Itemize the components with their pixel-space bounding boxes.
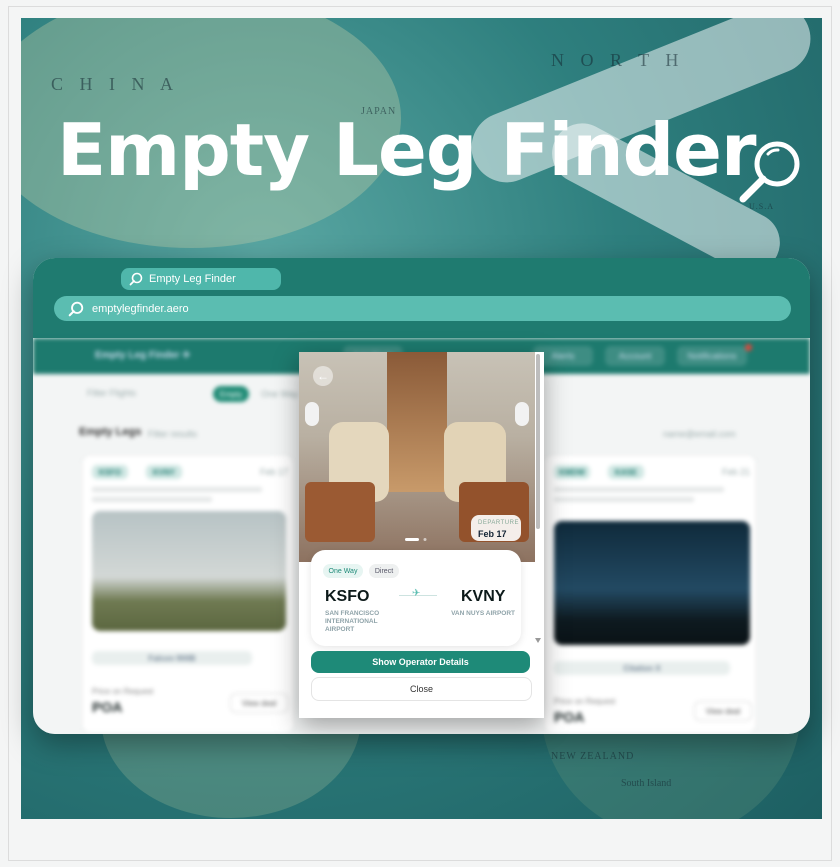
section-title: Empty Legs (79, 426, 142, 438)
show-operator-details-button[interactable]: Show Operator Details (311, 651, 530, 673)
view-deal-button[interactable]: View deal (694, 701, 752, 721)
search-icon (68, 301, 84, 316)
browser-toolbar: Empty Leg Finder emptylegfinder.aero (33, 258, 810, 338)
carousel-dots[interactable] (405, 538, 429, 542)
text-placeholder (554, 487, 724, 492)
flight-card[interactable]: KMDW KASE Feb 21 Citation X Price on Req… (543, 454, 757, 734)
price-label: Price on Request (554, 697, 616, 706)
aircraft-photo (92, 511, 286, 631)
back-button[interactable]: ← (313, 366, 333, 386)
departure-label: DEPARTURE (478, 520, 519, 526)
segment-empty[interactable]: Empty (213, 386, 249, 402)
origin-chip: KMDW (554, 465, 590, 479)
map-label: C H I N A (51, 74, 180, 94)
tag-direct: Direct (369, 564, 399, 578)
route-card: One Way Direct KSFO ✈ KVNY SAN FRANCISCO… (311, 550, 521, 646)
card-date: Feb 17 (260, 467, 289, 477)
browser-tab[interactable]: Empty Leg Finder (121, 268, 281, 290)
origin-code: KSFO (325, 588, 370, 605)
segment-one-way[interactable]: One Way (261, 389, 298, 399)
text-placeholder (92, 487, 262, 492)
card-date: Feb 21 (722, 467, 751, 477)
destination-airport: VAN NUYS AIRPORT (451, 610, 515, 617)
destination-chip: KASE (608, 465, 644, 479)
map-label: NEW ZEALAND (551, 751, 635, 762)
view-deal-button[interactable]: View deal (230, 693, 288, 713)
app-brand: Empty Leg Finder ✈ (95, 350, 191, 361)
destination-chip: KVNY (146, 465, 182, 479)
nav-account[interactable]: Account (605, 346, 665, 366)
airplane-icon: ✈ (412, 588, 421, 599)
text-placeholder (92, 497, 212, 502)
cabin-aisle (387, 352, 447, 492)
map-label: N O R T H (551, 50, 685, 70)
close-button[interactable]: Close (311, 677, 532, 701)
url-text: emptylegfinder.aero (92, 302, 189, 315)
cabin-table (305, 482, 375, 542)
cabin-window (515, 402, 529, 426)
nav-notifications[interactable]: Notifications (677, 346, 747, 366)
text-placeholder (554, 497, 694, 502)
origin-airport: SAN FRANCISCO INTERNATIONAL AIRPORT (325, 610, 380, 633)
departure-badge: DEPARTURE Feb 17 (471, 515, 521, 541)
cabin-window (305, 402, 319, 426)
tag-one-way: One Way (323, 564, 363, 578)
destination-code: KVNY (461, 588, 506, 605)
aircraft-photo (554, 521, 750, 645)
flight-detail-modal: ← DEPARTURE Feb 17 One Way Direct KSFO ✈… (299, 352, 544, 718)
tab-label: Empty Leg Finder (149, 273, 236, 285)
user-email: name@email.com (663, 429, 736, 439)
origin-chip: KSFO (92, 465, 128, 479)
hero-title: Empty Leg Finder (57, 108, 756, 192)
notification-dot (745, 344, 752, 351)
aircraft-chip: Falcon 900B (92, 651, 252, 665)
price-label: Price on Request (92, 687, 154, 696)
search-icon (129, 272, 143, 286)
section-subtitle: Filter results (148, 429, 198, 439)
address-bar[interactable]: emptylegfinder.aero (54, 296, 791, 321)
search-icon (739, 141, 800, 203)
scrollbar[interactable] (536, 354, 540, 529)
aircraft-chip: Citation X (554, 661, 730, 675)
map-label: South Island (621, 778, 672, 789)
departure-date: Feb 17 (478, 529, 507, 539)
scroll-down-icon[interactable] (535, 638, 541, 643)
filter-label[interactable]: Filter Flights (87, 388, 136, 398)
flight-card[interactable]: KSFO KVNY Feb 17 Falcon 900B Price on Re… (81, 454, 295, 734)
price-value: POA (92, 699, 123, 715)
price-value: POA (554, 709, 585, 725)
